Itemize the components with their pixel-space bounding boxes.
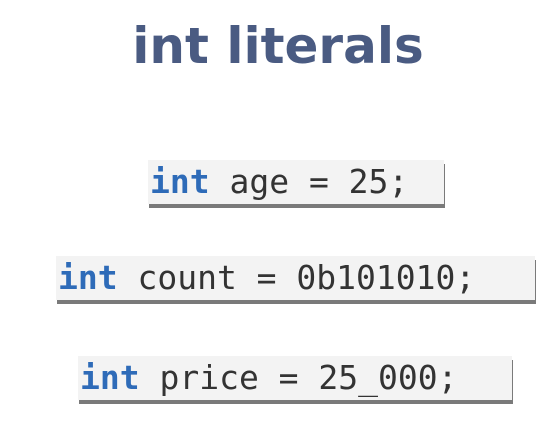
code-line-price: int price = 25_000; — [78, 356, 512, 400]
keyword-int: int — [80, 358, 140, 397]
code-statement: price = 25_000; — [139, 358, 458, 397]
code-statement: age = 25; — [209, 162, 409, 201]
code-statement: count = 0b101010; — [117, 258, 476, 297]
keyword-int: int — [58, 258, 118, 297]
code-line-age: int age = 25; — [148, 160, 444, 204]
keyword-int: int — [150, 162, 210, 201]
code-line-count: int count = 0b101010; — [56, 256, 535, 300]
slide-title: int literals — [132, 17, 424, 75]
